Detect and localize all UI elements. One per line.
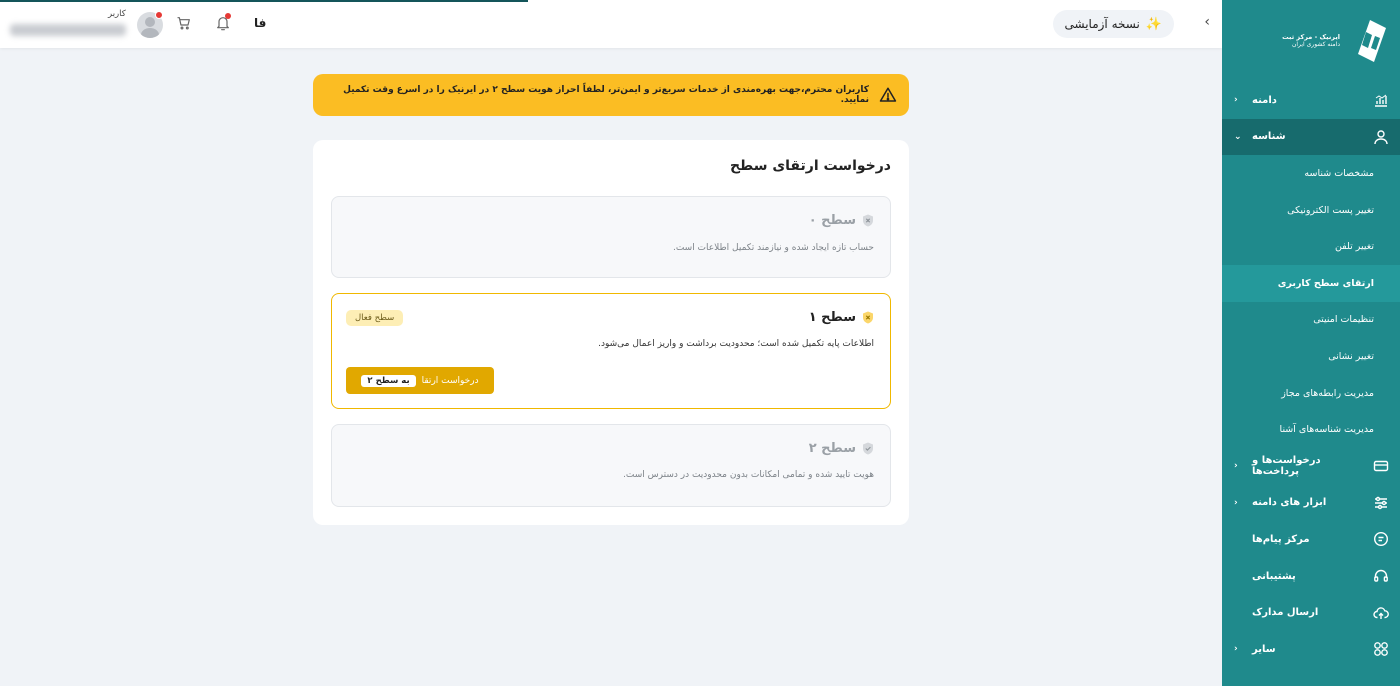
sidebar-item-label: درخواست‌ها و پرداخت‌ها <box>1252 455 1321 478</box>
card-icon <box>1372 457 1390 475</box>
sidebar-item-domain[interactable]: دامنه › <box>1222 82 1400 119</box>
level-0-card: سطح ۰ حساب تازه ایجاد شده و نیازمند تکمی… <box>331 196 891 278</box>
sidebar-item-label: ارسال مدارک <box>1252 607 1319 619</box>
blurred-user-name <box>10 24 126 36</box>
request-upgrade-button[interactable]: درخواست ارتقا به سطح ۲ <box>346 367 494 394</box>
domain-chart-icon <box>1372 91 1390 109</box>
shield-x-icon <box>863 311 873 324</box>
sidebar-subitem-identity-details[interactable]: مشخصات شناسه <box>1222 155 1400 192</box>
collapse-sidebar-chevron-icon[interactable]: ‹ <box>1204 14 1210 30</box>
upgrade-button-label: درخواست ارتقا <box>421 375 479 386</box>
sidebar-item-support[interactable]: پشتیبانی <box>1222 558 1400 595</box>
headset-icon <box>1372 567 1390 585</box>
chevron-down-icon: ⌄ <box>1234 131 1242 142</box>
sidebar-item-send-documents[interactable]: ارسال مدارک <box>1222 594 1400 631</box>
user-tools: کاربر فا <box>0 0 300 48</box>
level-2-card: سطح ۲ هویت تایید شده و تمامی امکانات بدو… <box>331 424 891 507</box>
message-icon <box>1372 530 1390 548</box>
irnic-logo-icon <box>1358 20 1386 62</box>
chevron-left-icon: › <box>1234 461 1238 472</box>
sidebar-item-message-center[interactable]: مرکز پیام‌ها <box>1222 521 1400 558</box>
chevron-left-icon: › <box>1234 95 1238 106</box>
sidebar-item-requests-payments[interactable]: درخواست‌ها و پرداخت‌ها › <box>1222 448 1400 485</box>
sparkle-icon: ✨ <box>1145 16 1162 32</box>
sidebar-item-label: دامنه <box>1252 94 1277 106</box>
avatar-status-dot <box>155 11 163 19</box>
shield-x-icon <box>863 214 873 227</box>
level-description: حساب تازه ایجاد شده و نیازمند تکمیل اطلا… <box>672 243 874 253</box>
sidebar-item-label: شناسه <box>1252 131 1286 143</box>
logo-text: ایرنیک - مرکز ثبت دامنه کشوری ایران <box>1282 33 1340 48</box>
logo[interactable]: ایرنیک - مرکز ثبت دامنه کشوری ایران <box>1222 0 1400 82</box>
trial-label: نسخه آزمایشی <box>1064 17 1140 31</box>
user-role-label: کاربر <box>108 9 126 19</box>
upgrade-level-card: درخواست ارتقای سطح سطح ۰ حساب تازه ایجاد… <box>313 140 909 525</box>
trial-version-pill[interactable]: ✨ نسخه آزمایشی <box>1052 10 1174 38</box>
level-1-card: سطح ۱ سطح فعال اطلاعات پایه تکمیل شده اس… <box>331 293 891 409</box>
upgrade-target-chip: به سطح ۲ <box>361 374 416 387</box>
cart-icon[interactable] <box>176 15 192 31</box>
sidebar-item-domain-tools[interactable]: ابزار های دامنه › <box>1222 485 1400 522</box>
sliders-icon <box>1372 494 1390 512</box>
chevron-left-icon: › <box>1234 497 1238 508</box>
sidebar-item-label: سایر <box>1252 643 1276 655</box>
sidebar-item-label: مرکز پیام‌ها <box>1252 533 1310 545</box>
status-badge: سطح فعال <box>346 310 404 326</box>
sidebar-item-other[interactable]: سایر › <box>1222 631 1400 668</box>
level-description: هویت تایید شده و تمامی امکانات بدون محدو… <box>623 470 874 480</box>
page-title: درخواست ارتقای سطح <box>729 158 891 174</box>
chevron-left-icon: › <box>1234 644 1238 655</box>
banner-text: کاربران محترم،جهت بهره‌مندی از خدمات سری… <box>343 85 870 105</box>
sidebar-subitem-security-settings[interactable]: تنظیمات امنیتی <box>1222 302 1400 339</box>
upload-cloud-icon <box>1372 604 1390 622</box>
level-description: اطلاعات پایه تکمیل شده است؛ محدودیت بردا… <box>598 339 874 349</box>
user-icon <box>1372 128 1390 146</box>
level-name: سطح ۰ <box>808 213 856 228</box>
level-name: سطح ۱ <box>808 310 856 325</box>
notification-dot <box>225 13 231 19</box>
warning-triangle-icon <box>879 87 897 102</box>
sidebar-subitem-change-email[interactable]: تغییر پست الکترونیکی <box>1222 192 1400 229</box>
sidebar: ایرنیک - مرکز ثبت دامنه کشوری ایران دامن… <box>1222 0 1400 686</box>
sidebar-subitem-change-address[interactable]: تغییر نشانی <box>1222 338 1400 375</box>
warning-banner: کاربران محترم،جهت بهره‌مندی از خدمات سری… <box>313 74 909 116</box>
grid-icon <box>1372 640 1390 658</box>
sidebar-subitem-change-phone[interactable]: تغییر تلفن <box>1222 228 1400 265</box>
sidebar-subitem-upgrade-level[interactable]: ارتقای سطح کاربری <box>1222 264 1400 302</box>
level-name: سطح ۲ <box>808 441 856 456</box>
top-bar: ‹ ✨ نسخه آزمایشی کاربر فا <box>0 0 1222 48</box>
sidebar-item-label: ابزار های دامنه <box>1252 497 1327 509</box>
sidebar-subitem-known-identities[interactable]: مدیریت شناسه‌های آشنا <box>1222 411 1400 448</box>
shield-check-icon <box>863 442 873 455</box>
sidebar-subitem-allowed-relations[interactable]: مدیریت رابطه‌های مجاز <box>1222 375 1400 412</box>
language-switch[interactable]: فا <box>254 16 266 30</box>
sidebar-item-identity[interactable]: شناسه ⌄ <box>1222 118 1400 156</box>
sidebar-item-label: پشتیبانی <box>1252 570 1296 582</box>
